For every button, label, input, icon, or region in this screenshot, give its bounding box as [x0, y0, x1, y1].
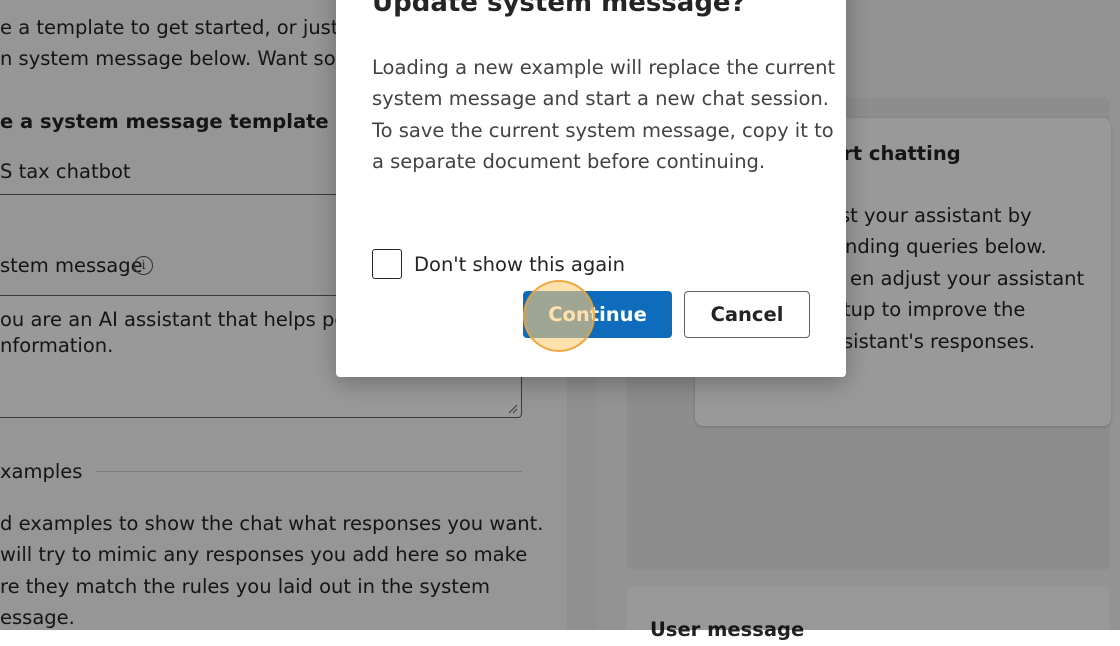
continue-button[interactable]: Continue [523, 291, 672, 338]
dialog-title: Update system message? [372, 0, 746, 18]
dont-show-again-label[interactable]: Don't show this again [414, 255, 625, 275]
dialog-body-line-1: Loading a new example will replace the c… [372, 56, 836, 79]
dialog-body-line-3: To save the current system message, copy… [372, 119, 834, 142]
dialog-body-line-4: a separate document before continuing. [372, 150, 766, 173]
dont-show-again-checkbox[interactable] [372, 249, 402, 279]
update-system-message-dialog: Update system message? Loading a new exa… [336, 0, 846, 377]
cancel-button[interactable]: Cancel [684, 291, 810, 338]
dialog-body-line-2: system message and start a new chat sess… [372, 87, 829, 110]
